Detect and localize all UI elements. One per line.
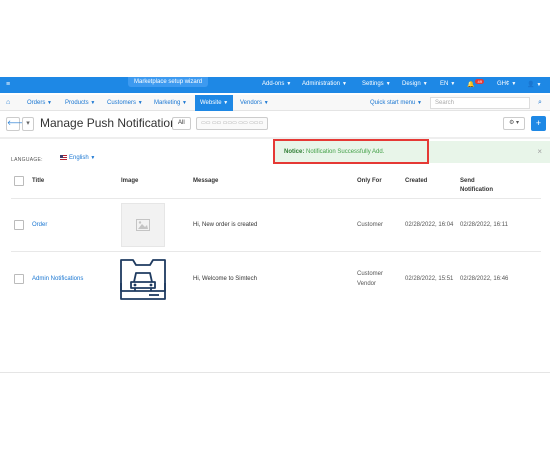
- nav-item-label: Orders: [27, 100, 46, 106]
- row-created: 02/28/2022, 15:51: [405, 276, 454, 282]
- chevron-down-icon: ▼: [182, 100, 187, 106]
- saved-filters[interactable]: ▭▭ ▭▭ ▭▭▭ ▭▭ ▭▭▭: [196, 117, 269, 130]
- quick-start-menu[interactable]: Quick start menu ▼: [370, 98, 422, 108]
- row-divider: [11, 251, 541, 252]
- top-admin-bar: ≡ Marketplace setup wizard Add-ons ▼ Admi…: [0, 77, 550, 93]
- us-flag-icon: [60, 155, 67, 160]
- nav-item-label: Customers: [107, 100, 137, 106]
- notifications-count-badge: 49: [475, 79, 484, 84]
- nav-item-label: Products: [65, 100, 89, 106]
- back-arrow-icon[interactable]: 🡐: [6, 117, 26, 131]
- design-menu[interactable]: Design ▼: [402, 81, 428, 87]
- nav-item-customers[interactable]: Customers ▼: [107, 95, 143, 111]
- home-icon[interactable]: ⌂: [6, 95, 10, 111]
- language-value: English: [69, 155, 89, 162]
- currency-menu[interactable]: GH¢ ▼: [497, 81, 516, 87]
- row-title-link[interactable]: Admin Notifications: [32, 274, 83, 284]
- addons-label: Add-ons: [262, 81, 285, 87]
- row-message: Hi, New order is created: [193, 222, 258, 228]
- language-label: LANGUAGE:: [11, 157, 43, 163]
- chevron-down-icon: ▼: [263, 100, 269, 106]
- chevron-down-icon: ▼: [90, 100, 96, 106]
- settings-label: Settings: [362, 81, 384, 87]
- chevron-down-icon: ▼: [511, 81, 517, 87]
- only-for-value: Vendor: [357, 281, 377, 287]
- add-notification-button[interactable]: +: [531, 116, 546, 131]
- search-input[interactable]: Search: [430, 97, 530, 109]
- page-title: Manage Push Notification: [40, 116, 177, 130]
- row-only-for: Customer: [357, 222, 384, 228]
- row-divider: [11, 198, 541, 199]
- user-menu[interactable]: 👤 ▼: [527, 81, 542, 89]
- hamburger-icon[interactable]: ≡: [6, 81, 10, 88]
- row-sent: 02/28/2022, 16:11: [460, 222, 508, 228]
- addons-menu[interactable]: Add-ons ▼: [262, 81, 291, 87]
- chevron-down-icon: ▼: [286, 81, 292, 87]
- currency-label: GH¢: [497, 81, 510, 87]
- nav-item-label: Vendors: [240, 100, 263, 106]
- nav-item-products[interactable]: Products ▼: [65, 95, 95, 111]
- filter-all-button[interactable]: All: [172, 117, 191, 130]
- nav-item-label: Website: [200, 100, 222, 106]
- close-icon[interactable]: ×: [537, 141, 542, 163]
- setup-wizard-button[interactable]: Marketplace setup wizard: [128, 77, 209, 87]
- design-label: Design: [402, 81, 421, 87]
- chevron-down-icon: ▼: [536, 81, 542, 88]
- bell-icon: 🔔: [467, 82, 475, 88]
- chevron-down-icon: ▼: [385, 81, 391, 87]
- image-placeholder-icon: [121, 203, 165, 247]
- nav-item-label: Marketing: [154, 100, 181, 106]
- row-checkbox[interactable]: [14, 220, 24, 230]
- row-title-link[interactable]: Order: [32, 220, 47, 230]
- column-only-for: Only For: [357, 178, 382, 184]
- column-send-line2: Notification: [460, 187, 493, 193]
- main-nav-bar: ⌂ Orders ▼ Products ▼ Customers ▼ Market…: [0, 95, 550, 111]
- chevron-down-icon[interactable]: ▾: [22, 117, 34, 131]
- column-image: Image: [121, 178, 139, 184]
- nav-item-vendors[interactable]: Vendors ▼: [240, 95, 269, 111]
- gear-icon[interactable]: ⚙ ▾: [503, 117, 525, 130]
- row-message: Hi, Welcome to Simtech: [193, 276, 257, 282]
- notifications-menu[interactable]: 🔔 49: [467, 79, 484, 88]
- language-label: EN: [440, 81, 449, 87]
- nav-item-orders[interactable]: Orders ▼: [27, 95, 52, 111]
- chevron-down-icon: ▼: [422, 81, 428, 87]
- column-message: Message: [193, 178, 219, 184]
- settings-menu[interactable]: Settings ▼: [362, 81, 391, 87]
- row-created: 02/28/2022, 16:04: [405, 222, 454, 228]
- row-sent: 02/28/2022, 16:46: [460, 276, 509, 282]
- administration-label: Administration: [302, 81, 341, 87]
- row-only-for: Customer Vendor: [357, 269, 383, 289]
- highlight-box: [273, 139, 429, 164]
- column-title[interactable]: Title: [32, 177, 44, 186]
- search-icon[interactable]: ⌕: [533, 97, 547, 109]
- chevron-down-icon: ▼: [342, 81, 347, 87]
- chevron-down-icon: ▼: [417, 100, 422, 106]
- title-row: 🡐 ▾ Manage Push Notification All ▭▭ ▭▭ ▭…: [0, 113, 550, 135]
- language-menu[interactable]: EN ▼: [440, 81, 455, 87]
- column-created[interactable]: Created: [405, 177, 427, 186]
- nav-item-website[interactable]: Website ▼: [195, 95, 234, 111]
- chevron-down-icon: ▼: [90, 155, 96, 162]
- chevron-down-icon: ▼: [47, 100, 52, 106]
- user-icon: 👤: [527, 82, 535, 88]
- row-checkbox[interactable]: [14, 274, 24, 284]
- admin-frame: ≡ Marketplace setup wizard Add-ons ▼ Admi…: [0, 77, 550, 373]
- column-send-notification[interactable]: Send Notification: [460, 177, 493, 195]
- only-for-value: Customer: [357, 271, 384, 277]
- column-send-line1: Send: [460, 178, 475, 184]
- chevron-down-icon: ▼: [223, 100, 229, 106]
- language-select[interactable]: English ▼: [60, 155, 95, 161]
- select-all-checkbox[interactable]: [14, 176, 24, 186]
- chevron-down-icon: ▼: [450, 81, 456, 87]
- quick-start-label: Quick start menu: [370, 100, 416, 106]
- nav-item-marketing[interactable]: Marketing ▼: [154, 95, 187, 111]
- administration-menu[interactable]: Administration ▼: [302, 81, 347, 87]
- car-mobile-icon: [120, 259, 166, 300]
- chevron-down-icon: ▼: [137, 100, 143, 106]
